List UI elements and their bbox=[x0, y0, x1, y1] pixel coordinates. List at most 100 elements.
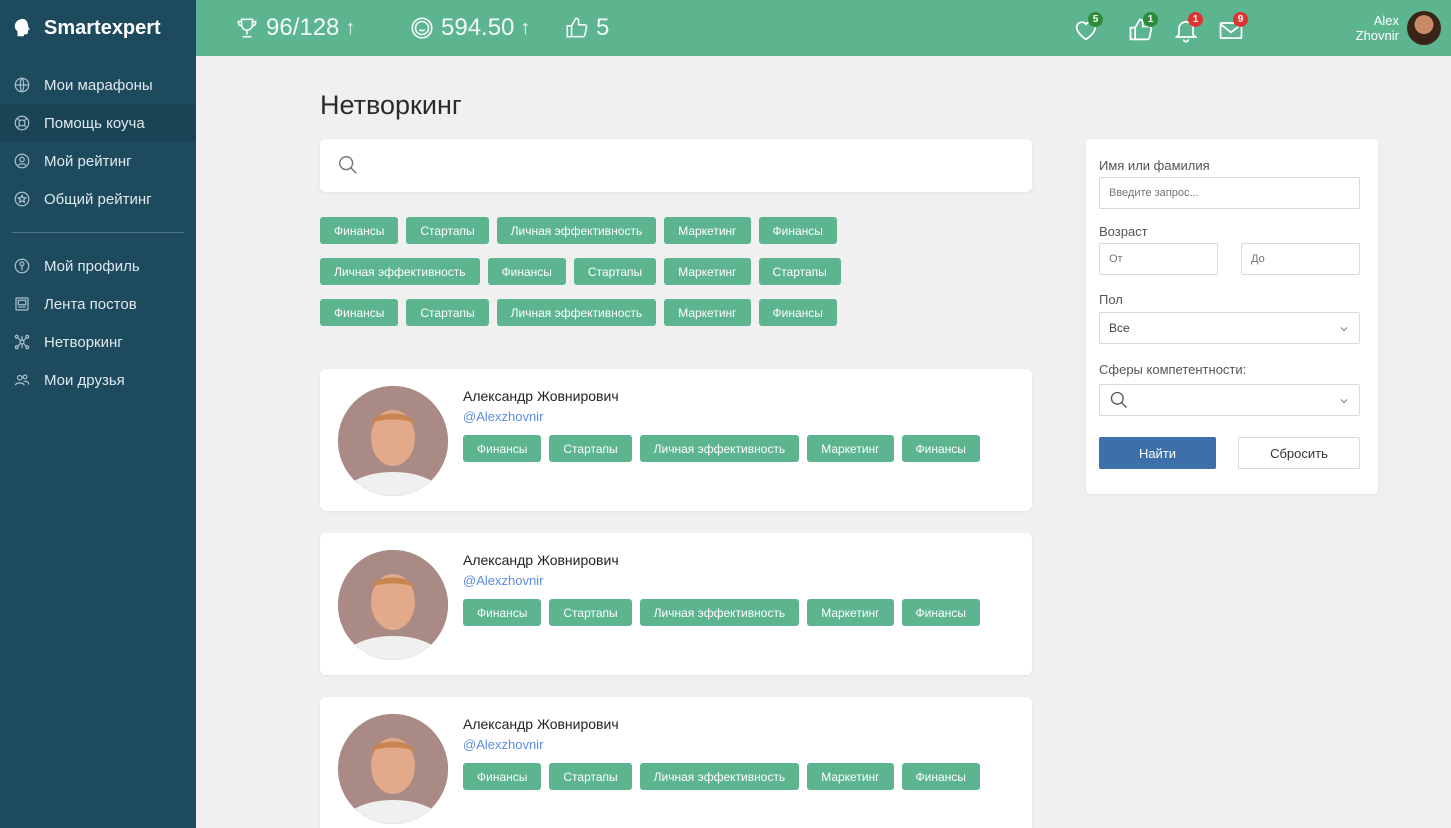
tag[interactable]: Личная эффективность bbox=[639, 599, 800, 626]
tag[interactable]: Стартапы bbox=[573, 258, 657, 285]
coin-face-icon bbox=[411, 17, 433, 39]
brain-head-icon bbox=[14, 18, 30, 37]
likes-stat[interactable]: 5 bbox=[564, 0, 609, 56]
tag[interactable]: Финансы bbox=[463, 599, 542, 626]
tag[interactable]: Финансы bbox=[463, 763, 542, 790]
find-button[interactable]: Найти bbox=[1099, 437, 1216, 469]
tag[interactable]: Маркетинг bbox=[664, 258, 751, 285]
sidebar-item-my-rating[interactable]: Мой рейтинг bbox=[0, 142, 196, 180]
spheres-select[interactable] bbox=[1099, 384, 1360, 416]
tag[interactable]: Финансы bbox=[901, 763, 980, 790]
sidebar-item-label: Мой рейтинг bbox=[44, 152, 132, 170]
tag[interactable]: Маркетинг bbox=[664, 217, 751, 244]
network-icon bbox=[12, 332, 32, 352]
card-user-name[interactable]: Александр Жовнирович bbox=[463, 552, 619, 568]
tag[interactable]: Личная эффективность bbox=[496, 299, 657, 326]
user-card[interactable]: Александр Жовнирович @Alexzhovnir Финанс… bbox=[320, 697, 1032, 828]
trophy-icon bbox=[237, 18, 257, 38]
sidebar-item-label: Лента постов bbox=[44, 295, 137, 313]
filter-panel: Имя или фамилия Возраст Пол Все Сферы ко… bbox=[1086, 139, 1378, 494]
tag[interactable]: Финансы bbox=[758, 217, 837, 244]
tag[interactable]: Стартапы bbox=[549, 599, 632, 626]
gender-select-value: Все bbox=[1109, 321, 1130, 335]
tag[interactable]: Финансы bbox=[901, 599, 980, 626]
tag-row: Финансы Стартапы Личная эффективность Ма… bbox=[320, 299, 1020, 326]
search-input[interactable] bbox=[320, 139, 1032, 192]
sidebar-item-marathons[interactable]: Мои марафоны bbox=[0, 66, 196, 104]
name-search-input[interactable] bbox=[1099, 177, 1360, 209]
avatar[interactable] bbox=[1407, 11, 1441, 45]
sidebar-item-my-profile[interactable]: Мой профиль bbox=[0, 247, 196, 285]
tag[interactable]: Стартапы bbox=[549, 763, 632, 790]
card-user-name[interactable]: Александр Жовнирович bbox=[463, 388, 619, 404]
tag[interactable]: Финансы bbox=[487, 258, 566, 285]
logo[interactable]: Smartexpert bbox=[0, 0, 196, 56]
tag[interactable]: Финансы bbox=[320, 217, 399, 244]
tag[interactable]: Стартапы bbox=[758, 258, 841, 285]
reset-button[interactable]: Сбросить bbox=[1238, 437, 1360, 469]
nav-group-main: Мои марафоны Помощь коуча Мой рейтинг Об… bbox=[0, 56, 196, 399]
card-tags: Финансы Стартапы Личная эффективность Ма… bbox=[463, 435, 983, 462]
tag[interactable]: Стартапы bbox=[406, 299, 489, 326]
sidebar-item-label: Мой профиль bbox=[44, 257, 140, 275]
user-name: Alex Zhovnir bbox=[1356, 13, 1399, 43]
thumbs-up-icon bbox=[566, 17, 588, 38]
avatar[interactable] bbox=[338, 386, 448, 496]
tag[interactable]: Стартапы bbox=[549, 435, 632, 462]
topbar: 96/128 ↑ 594.50 ↑ 5 5 1 1 9 Alex Zhovnir bbox=[196, 0, 1451, 56]
tag[interactable]: Личная эффективность bbox=[496, 217, 657, 244]
trophy-stat[interactable]: 96/128 ↑ bbox=[234, 0, 355, 56]
chevron-down-icon bbox=[1340, 327, 1348, 332]
notifications-button[interactable]: 1 bbox=[1172, 12, 1206, 44]
user-last-name: Zhovnir bbox=[1355, 28, 1399, 43]
search-icon bbox=[1110, 391, 1127, 408]
tag[interactable]: Личная эффективность bbox=[320, 258, 480, 285]
gender-select[interactable]: Все bbox=[1099, 312, 1360, 344]
messages-button[interactable]: 9 bbox=[1217, 12, 1251, 44]
likes-button[interactable]: 1 bbox=[1127, 12, 1161, 44]
card-user-handle[interactable]: @Alexzhovnir bbox=[463, 573, 543, 588]
card-user-handle[interactable]: @Alexzhovnir bbox=[463, 737, 543, 752]
card-user-handle[interactable]: @Alexzhovnir bbox=[463, 409, 543, 424]
user-menu[interactable]: Alex Zhovnir bbox=[1356, 0, 1441, 56]
tag[interactable]: Маркетинг bbox=[807, 763, 894, 790]
chevron-down-icon bbox=[1340, 399, 1348, 404]
name-filter-label: Имя или фамилия bbox=[1099, 158, 1210, 173]
tag-row: Финансы Стартапы Личная эффективность Ма… bbox=[320, 217, 1020, 244]
tag[interactable]: Маркетинг bbox=[807, 435, 894, 462]
tag[interactable]: Стартапы bbox=[406, 217, 489, 244]
avatar[interactable] bbox=[338, 714, 448, 824]
feed-icon bbox=[12, 294, 32, 314]
sidebar-item-general-rating[interactable]: Общий рейтинг bbox=[0, 180, 196, 218]
tag[interactable]: Финансы bbox=[758, 299, 837, 326]
age-to-input[interactable] bbox=[1241, 243, 1360, 275]
tag[interactable]: Финансы bbox=[463, 435, 542, 462]
age-from-input[interactable] bbox=[1099, 243, 1218, 275]
gender-filter-label: Пол bbox=[1099, 292, 1123, 307]
app-name: Smartexpert bbox=[44, 16, 161, 39]
sidebar-item-feed[interactable]: Лента постов bbox=[0, 285, 196, 323]
tag[interactable]: Личная эффективность bbox=[639, 763, 800, 790]
lifebuoy-icon bbox=[12, 113, 32, 133]
profile-icon bbox=[12, 256, 32, 276]
sidebar-item-coach-help[interactable]: Помощь коуча bbox=[0, 104, 196, 142]
sidebar-item-networking[interactable]: Нетворкинг bbox=[0, 323, 196, 361]
star-circle-icon bbox=[12, 189, 32, 209]
avatar[interactable] bbox=[338, 550, 448, 660]
user-card[interactable]: Александр Жовнирович @Alexzhovnir Финанс… bbox=[320, 369, 1032, 511]
favorites-button[interactable]: 5 bbox=[1072, 12, 1106, 44]
coins-stat[interactable]: 594.50 ↑ bbox=[409, 0, 530, 56]
card-user-name[interactable]: Александр Жовнирович bbox=[463, 716, 619, 732]
tag[interactable]: Финансы bbox=[901, 435, 980, 462]
user-card[interactable]: Александр Жовнирович @Alexzhovnir Финанс… bbox=[320, 533, 1032, 675]
search-icon bbox=[339, 156, 357, 174]
tag[interactable]: Личная эффективность bbox=[639, 435, 800, 462]
tag[interactable]: Финансы bbox=[320, 299, 399, 326]
card-tags: Финансы Стартапы Личная эффективность Ма… bbox=[463, 599, 983, 626]
sidebar-item-friends[interactable]: Мои друзья bbox=[0, 361, 196, 399]
trend-up-arrow: ↑ bbox=[345, 16, 356, 39]
tag[interactable]: Маркетинг bbox=[807, 599, 894, 626]
sidebar-item-label: Нетворкинг bbox=[44, 333, 123, 351]
card-tags: Финансы Стартапы Личная эффективность Ма… bbox=[463, 763, 983, 790]
tag[interactable]: Маркетинг bbox=[664, 299, 751, 326]
